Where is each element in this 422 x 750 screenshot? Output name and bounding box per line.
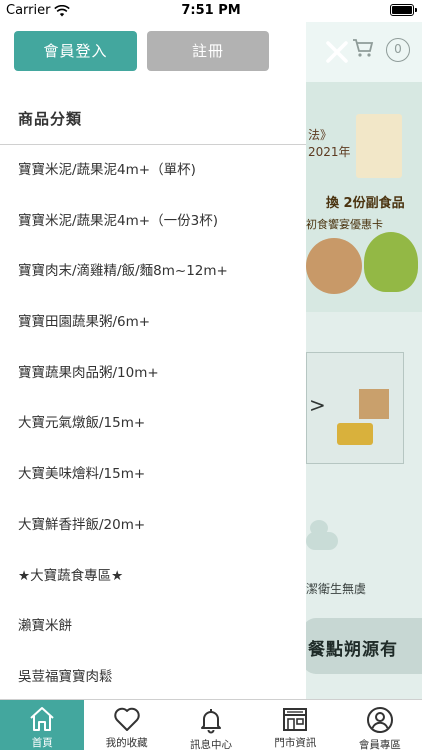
puree-cup-image [364, 232, 418, 292]
category-list: 寶寶米泥/蔬果泥4m+（單杯) 寶寶米泥/蔬果泥4m+（一份3杯) 寶寶肉末/滴… [0, 145, 306, 703]
category-item[interactable]: 大寶鮮香拌飯/20m+ [0, 500, 306, 551]
banner-text: 法》 2021年 [308, 128, 351, 159]
login-button[interactable]: 會員登入 [14, 31, 137, 71]
tab-member[interactable]: 會員專區 [338, 700, 422, 750]
tab-label: 門市資訊 [274, 737, 317, 749]
origin-banner: 餐點朔源有 [306, 618, 422, 674]
category-item[interactable]: 大寶元氣燉飯/15m+ [0, 398, 306, 449]
category-item[interactable]: 瀨寶米餅 [0, 601, 306, 652]
side-drawer: 會員登入 註冊 商品分類 寶寶米泥/蔬果泥4m+（單杯) 寶寶米泥/蔬果泥4m+… [0, 22, 306, 699]
category-section-title: 商品分類 [18, 110, 83, 128]
hygiene-text: 潔衛生無虞 [306, 582, 367, 596]
background-home-screen: 0 法》 2021年 換 2份副食品 初食饗宴優惠卡 > 潔衛生無虞 餐點朔源有 [306, 22, 422, 699]
auth-buttons: 會員登入 註冊 [14, 31, 294, 71]
cloud-decoration-base [306, 532, 338, 550]
battery-icon [390, 4, 417, 16]
promo-banner: 法》 2021年 換 2份副食品 初食饗宴優惠卡 [306, 82, 422, 312]
banner-subtext: 初食饗宴優惠卡 [306, 218, 383, 231]
tab-store-info[interactable]: 門市資訊 [253, 700, 337, 750]
user-icon [366, 706, 394, 734]
delivery-card: > [306, 352, 404, 464]
category-item[interactable]: ★大寶蔬食專區★ [0, 551, 306, 602]
bottom-tab-bar: 首頁 我的收藏 訊息中心 門市資訊 會員專區 [0, 699, 422, 750]
cart-icon [352, 38, 374, 63]
tab-label: 訊息中心 [190, 739, 233, 750]
status-time: 7:51 PM [181, 3, 241, 18]
status-bar: Carrier 7:51 PM [0, 0, 422, 22]
tab-label: 我的收藏 [105, 737, 148, 749]
tab-home[interactable]: 首頁 [0, 700, 85, 750]
chevron-right-icon: > [309, 393, 326, 417]
category-item[interactable]: 大寶美味燴料/15m+ [0, 449, 306, 500]
handbook-image [356, 114, 402, 178]
food-bowl-image [306, 238, 362, 294]
register-button[interactable]: 註冊 [147, 31, 269, 71]
category-item[interactable]: 寶寶米泥/蔬果泥4m+（一份3杯) [0, 196, 306, 247]
heart-icon [113, 706, 141, 732]
bell-icon [197, 706, 225, 734]
cart-count-badge: 0 [386, 38, 410, 62]
close-drawer-button[interactable] [324, 39, 352, 67]
category-item[interactable]: 寶寶田園蔬果粥/6m+ [0, 297, 306, 348]
tab-label: 首頁 [31, 737, 53, 749]
tab-favorites[interactable]: 我的收藏 [84, 700, 168, 750]
banner-highlight: 換 2份副食品 [326, 196, 405, 211]
home-icon [28, 706, 56, 732]
category-item[interactable]: 吳荳福寶寶肉鬆 [0, 652, 306, 703]
tab-label: 會員專區 [358, 739, 401, 750]
category-item[interactable]: 寶寶蔬果肉品粥/10m+ [0, 348, 306, 399]
truck-image [337, 423, 373, 445]
category-item[interactable]: 寶寶米泥/蔬果泥4m+（單杯) [0, 145, 306, 196]
tab-messages[interactable]: 訊息中心 [169, 700, 253, 750]
close-icon [326, 41, 348, 63]
category-item[interactable]: 寶寶肉末/滴雞精/飯/麵8m~12m+ [0, 246, 306, 297]
store-icon [281, 706, 309, 732]
boxes-image [359, 389, 389, 419]
origin-text: 餐點朔源有 [308, 640, 398, 660]
